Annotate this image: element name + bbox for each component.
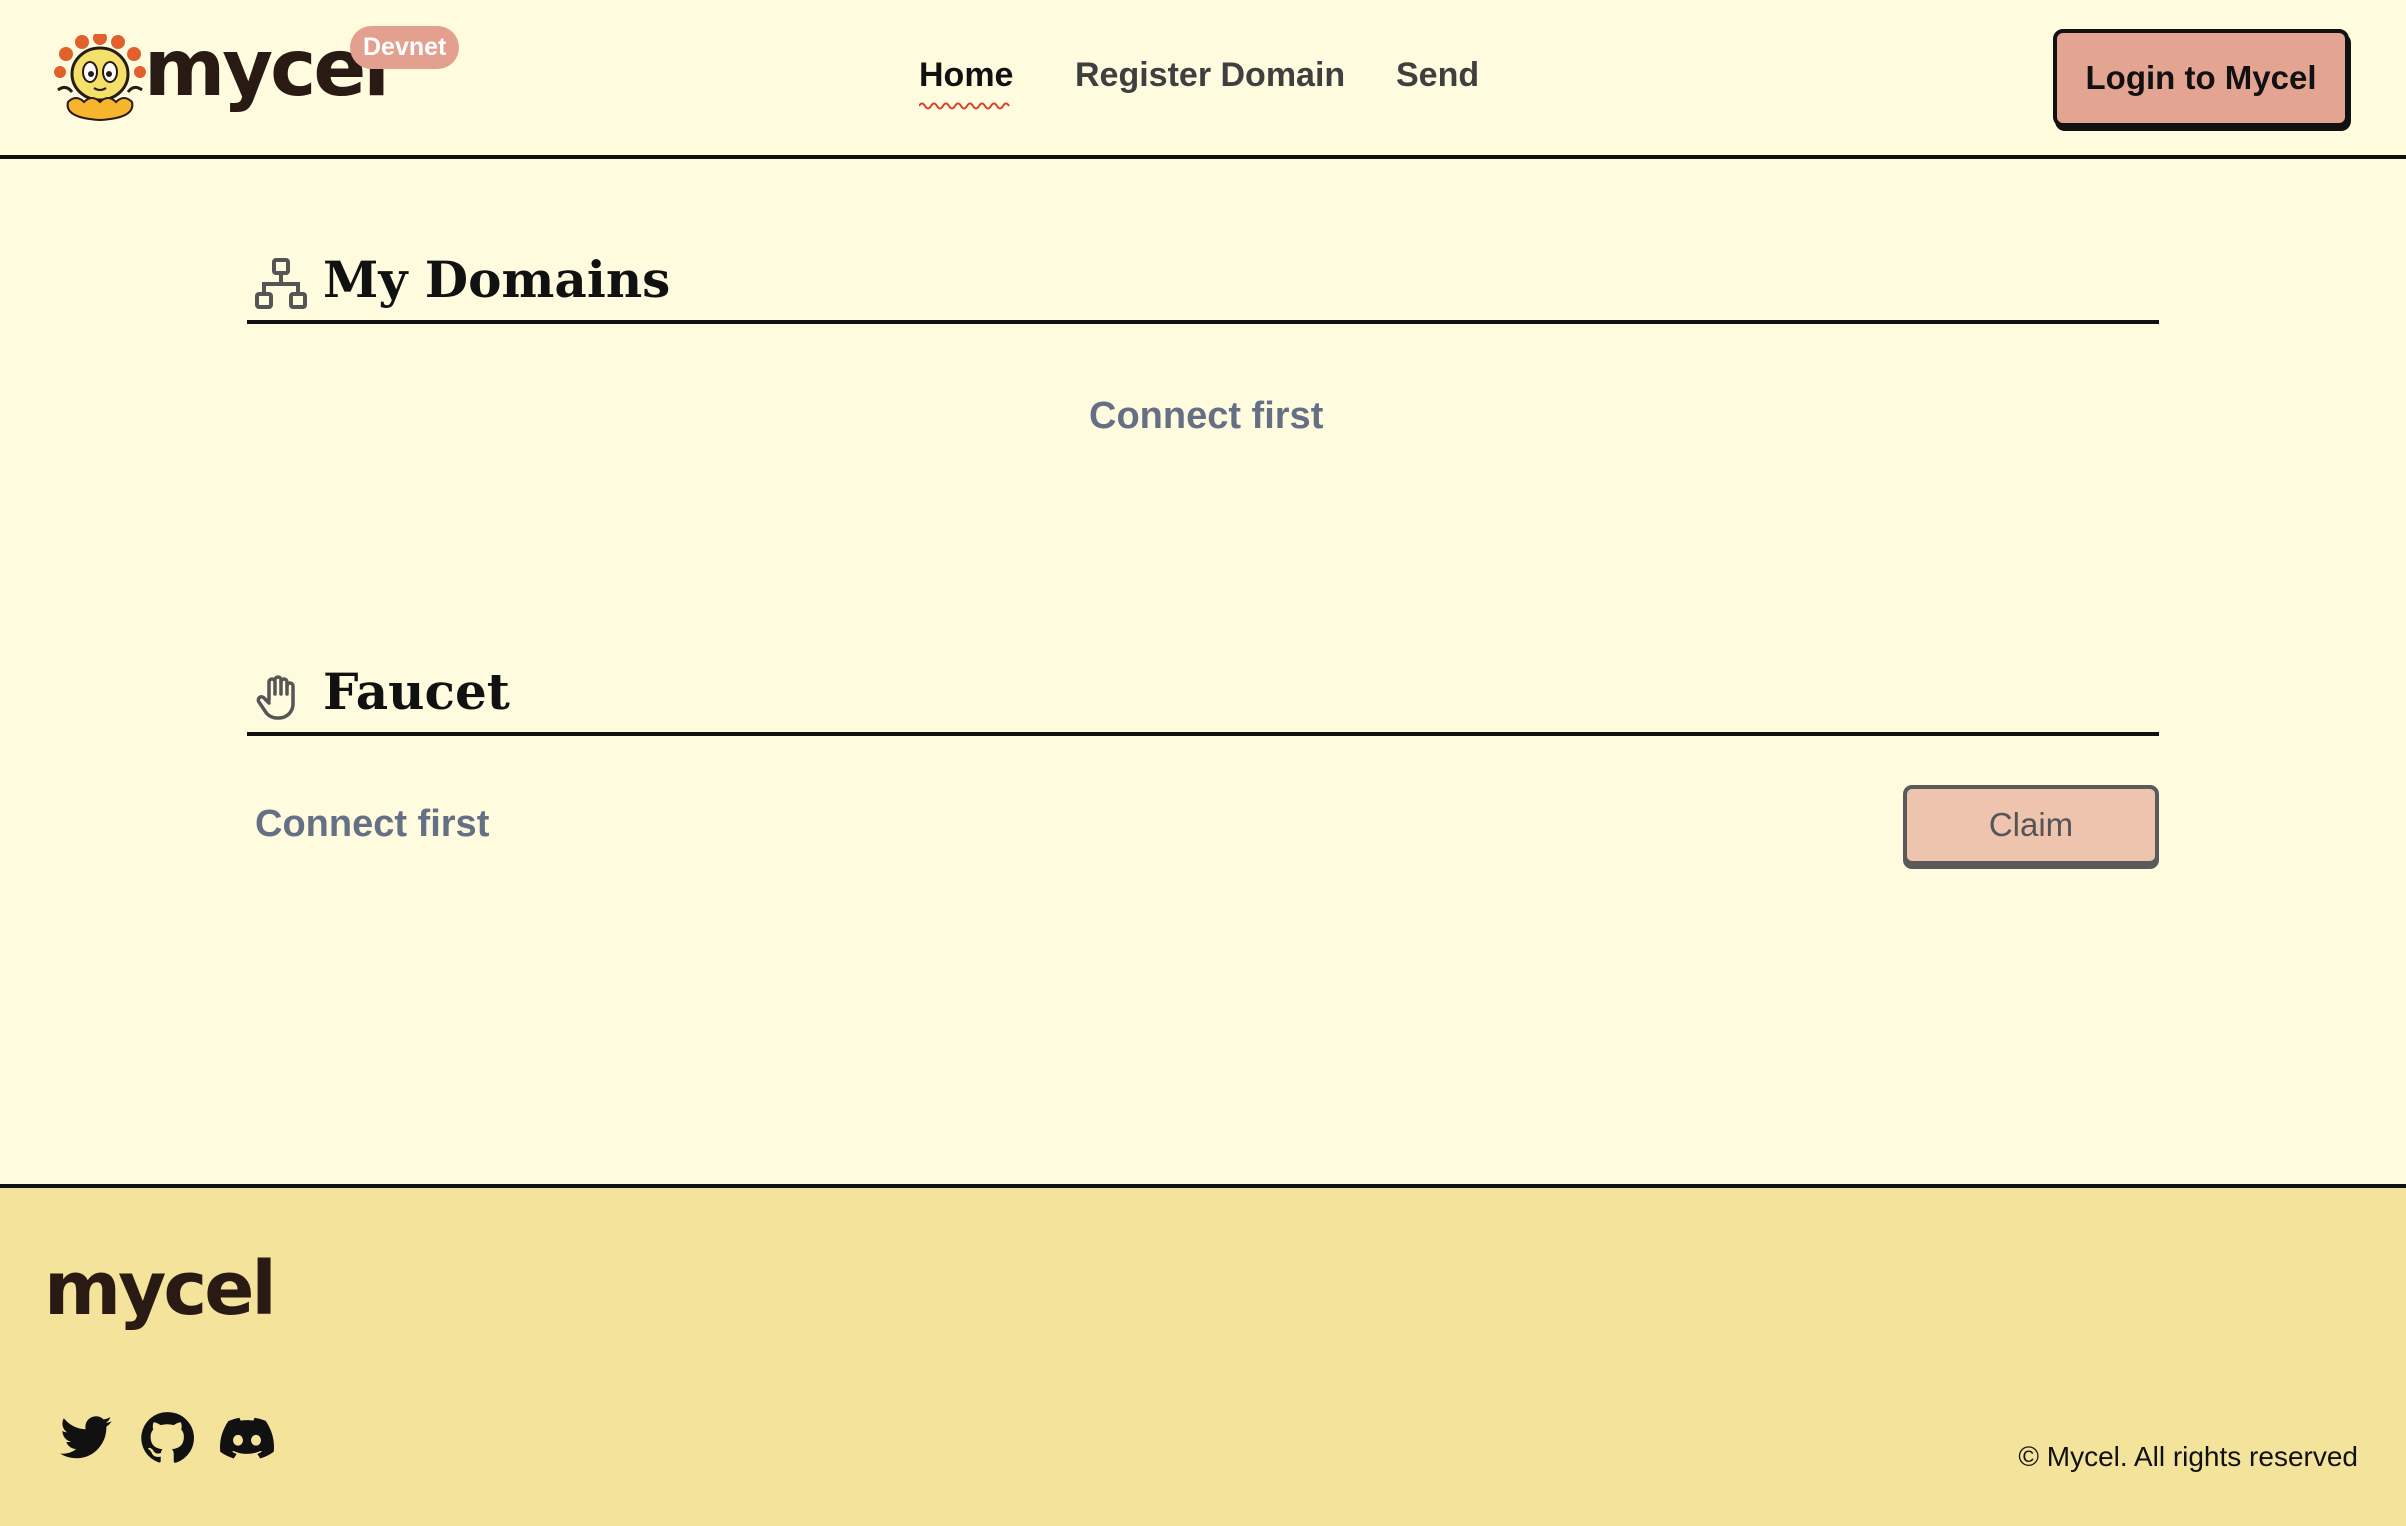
- github-icon[interactable]: [140, 1411, 194, 1465]
- twitter-icon[interactable]: [60, 1411, 114, 1465]
- claim-button[interactable]: Claim: [1903, 785, 2159, 865]
- active-underline-squiggle: [919, 102, 1010, 110]
- my-domains-header: My Domains: [247, 240, 2159, 324]
- domains-connect-first-text: Connect first: [1089, 395, 1324, 437]
- top-navbar: mycel Devnet Home Register Domain Send L…: [0, 0, 2406, 159]
- nav-send[interactable]: Send: [1396, 56, 1479, 95]
- login-button[interactable]: Login to Mycel: [2053, 29, 2349, 127]
- my-domains-title: My Domains: [323, 250, 671, 309]
- nav-home[interactable]: Home: [919, 56, 1013, 95]
- faucet-title: Faucet: [323, 662, 510, 721]
- nav-register-domain[interactable]: Register Domain: [1075, 56, 1345, 95]
- faucet-connect-first-text: Connect first: [255, 803, 490, 845]
- footer-brand-wordmark: mycel: [44, 1246, 277, 1332]
- copyright-text: © Mycel. All rights reserved: [2018, 1441, 2358, 1472]
- discord-icon[interactable]: [220, 1411, 274, 1465]
- faucet-header: Faucet: [247, 652, 2159, 736]
- hand-icon: [256, 675, 295, 720]
- footer: mycel © Mycel. All rights reserved: [0, 1184, 2406, 1526]
- main-nav: Home Register Domain Send: [0, 56, 2406, 110]
- sitemap-icon: [255, 258, 307, 309]
